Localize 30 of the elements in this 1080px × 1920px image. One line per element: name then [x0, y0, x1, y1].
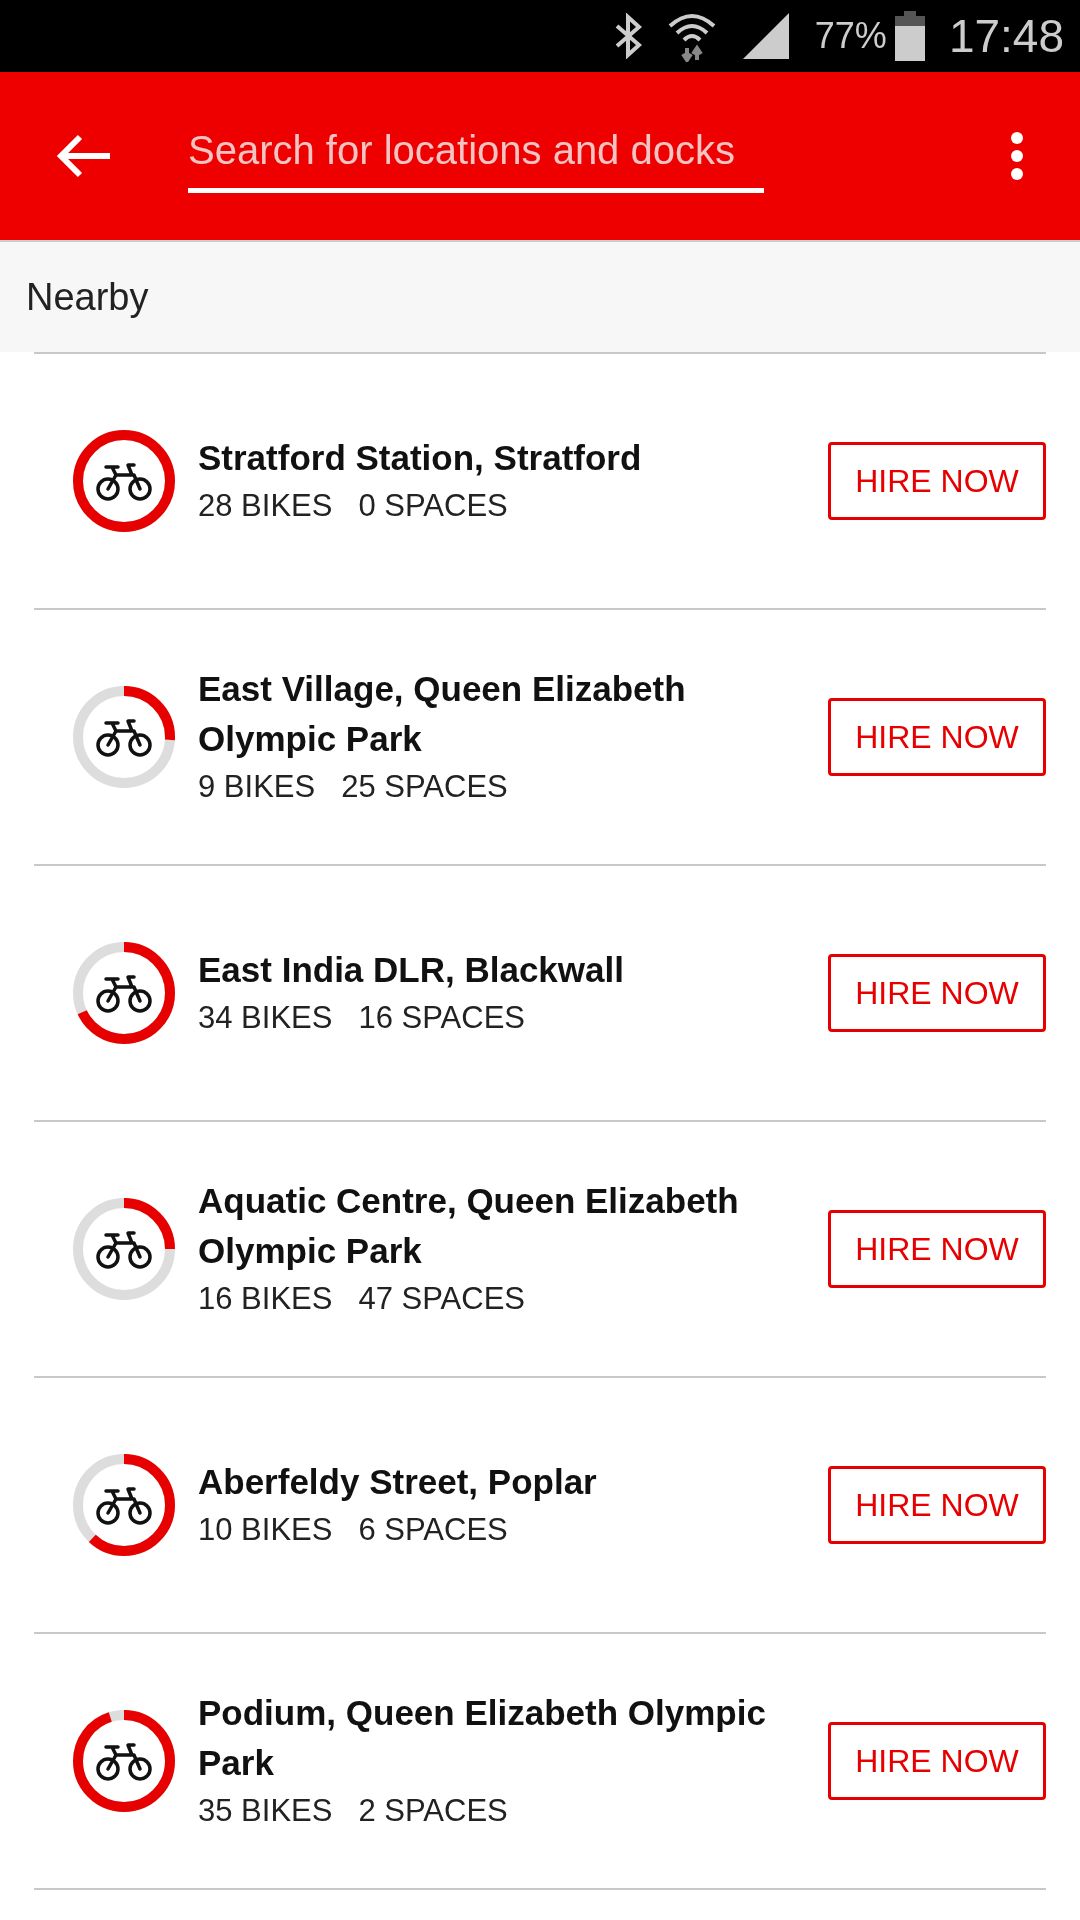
dock-name: East India DLR, Blackwall [198, 948, 625, 991]
more-options-icon[interactable] [1010, 131, 1024, 181]
bike-count: 34 BIKES [198, 998, 333, 1037]
bike-count: 10 BIKES [198, 1510, 333, 1549]
hire-now-button[interactable]: HIRE NOW [828, 1722, 1046, 1800]
hire-now-button[interactable]: HIRE NOW [828, 698, 1046, 776]
dock-name: Stratford Station, Stratford [198, 436, 643, 479]
bike-count: 9 BIKES [198, 767, 316, 806]
hire-now-button[interactable]: HIRE NOW [828, 442, 1046, 520]
space-count: 47 SPACES [358, 1279, 525, 1318]
hire-now-button[interactable]: HIRE NOW [828, 1466, 1046, 1544]
dock-name: Aquatic Centre, Queen Elizabeth Olympic Park [198, 1179, 740, 1272]
bike-count: 28 BIKES [198, 486, 333, 525]
hire-now-button[interactable]: HIRE NOW [828, 954, 1046, 1032]
bike-count: 16 BIKES [198, 1279, 333, 1318]
space-count: 16 SPACES [358, 998, 525, 1037]
space-count: 2 SPACES [358, 1791, 508, 1830]
battery-percent: 77% [814, 14, 887, 58]
dock-name: East Village, Queen Elizabeth Olympic Park [198, 667, 687, 760]
space-count: 6 SPACES [358, 1510, 508, 1549]
bike-count: 35 BIKES [198, 1791, 333, 1830]
battery-icon [894, 11, 925, 61]
dock-name: Aberfeldy Street, Poplar [198, 1460, 598, 1503]
dock-name: Podium, Queen Elizabeth Olympic Park [198, 1691, 767, 1784]
space-count: 25 SPACES [341, 767, 508, 806]
clock-time: 17:48 [948, 8, 1064, 64]
space-count: 0 SPACES [358, 486, 508, 525]
back-arrow-icon[interactable] [56, 133, 112, 179]
section-heading: Nearby [26, 274, 149, 320]
hire-now-button[interactable]: HIRE NOW [828, 1210, 1046, 1288]
